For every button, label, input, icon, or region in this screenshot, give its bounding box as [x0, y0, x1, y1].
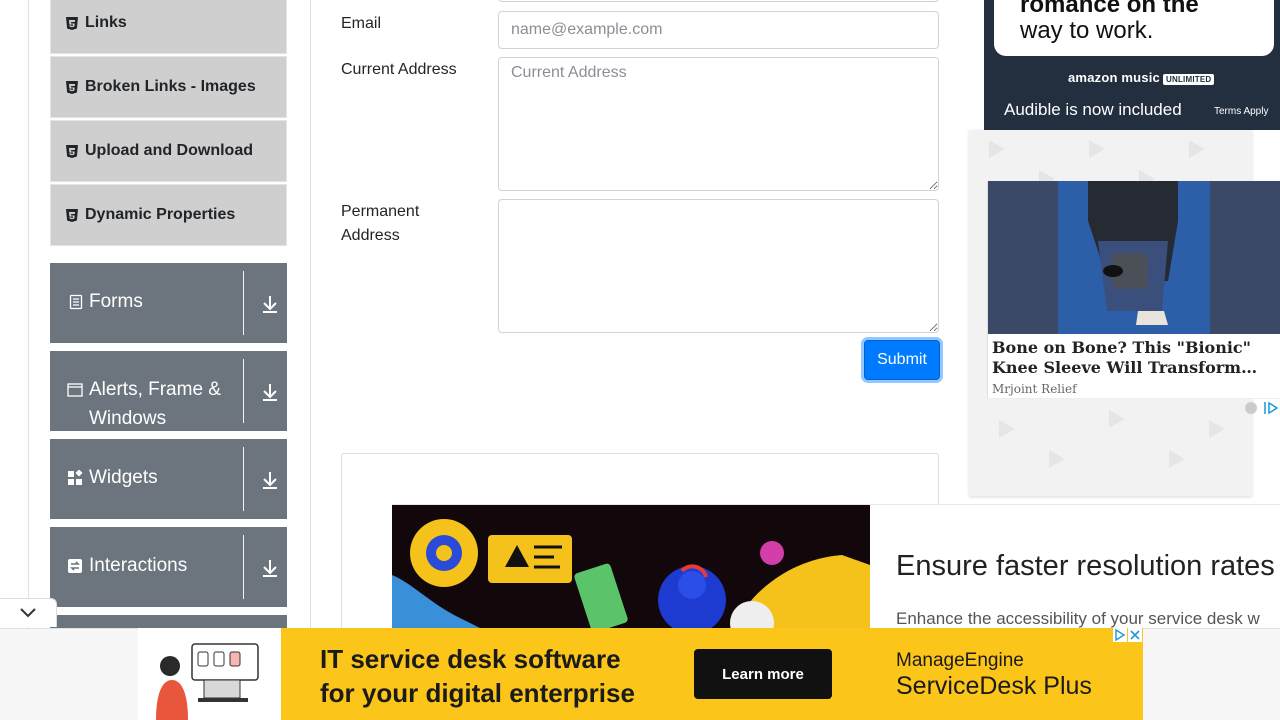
sidebar-group-alerts[interactable]: Alerts, Frame & Windows: [50, 351, 287, 431]
ad-illustration: [138, 628, 281, 720]
product-name: ServiceDesk Plus: [896, 672, 1092, 700]
window-icon: [67, 383, 83, 397]
ad-choices-badge[interactable]: [1243, 401, 1280, 415]
ad-line-1: romance on the: [1020, 0, 1199, 18]
html5-icon: [66, 208, 78, 222]
ad-terms: Terms Apply: [1214, 106, 1269, 117]
html5-icon: [66, 16, 78, 30]
sidebar-item-upload-download[interactable]: Upload and Download: [50, 120, 287, 182]
bottom-banner-ad[interactable]: IT service desk software for your digita…: [138, 628, 1143, 720]
ad-illustration: [392, 505, 870, 628]
group-separator: [243, 535, 244, 599]
permanent-address-label: Permanent Address: [341, 203, 420, 244]
sidebar-item-label: Upload and Download: [85, 142, 253, 159]
chevron-down-icon: [20, 608, 36, 618]
story-title: Bone on Bone? This "Bionic" Knee Sleeve …: [992, 338, 1258, 377]
html5-icon: [66, 80, 78, 94]
interactions-icon: [68, 559, 82, 573]
current-address-label: Current Address: [341, 61, 457, 78]
group-label: Forms: [89, 291, 143, 312]
ad-subtext: Enhance the accessibility of your servic…: [896, 609, 1260, 628]
ad-bubble: romance on the way to work.: [994, 0, 1274, 56]
email-label: Email: [341, 15, 382, 32]
sidebar-item-broken-links[interactable]: Broken Links - Images: [50, 56, 287, 118]
brand-name: ManageEngine: [896, 650, 1024, 671]
sidebar-item-label: Dynamic Properties: [85, 206, 236, 223]
ad-choices-icon: [1245, 401, 1279, 415]
group-label: Interactions: [89, 555, 188, 576]
sidebar-divider: [310, 0, 311, 628]
ad-line-2: way to work.: [1020, 17, 1154, 44]
story-photo: [988, 181, 1280, 334]
mid-content-ad[interactable]: Ensure faster resolution rates Enhance t…: [392, 504, 1280, 628]
group-separator: [243, 447, 244, 511]
widgets-icon: [68, 470, 83, 485]
current-address-field[interactable]: [498, 57, 939, 191]
group-label: Widgets: [89, 467, 158, 488]
name-field-edge[interactable]: [498, 0, 939, 2]
sidebar-group-widgets[interactable]: Widgets: [50, 439, 287, 519]
sidebar-group-interactions[interactable]: Interactions: [50, 527, 287, 607]
sidebar-item-links[interactable]: Links: [50, 0, 287, 54]
download-arrow-icon[interactable]: [261, 558, 279, 578]
document-icon: [69, 294, 83, 310]
ad-tagline: Audible is now included: [1004, 100, 1182, 119]
sidebar-item-label: Links: [85, 14, 127, 31]
group-label: Alerts, Frame & Windows: [89, 379, 221, 429]
email-field[interactable]: [498, 11, 939, 49]
permanent-address-field[interactable]: [498, 199, 939, 333]
native-story-ad[interactable]: Bone on Bone? This "Bionic" Knee Sleeve …: [987, 181, 1280, 399]
amazon-music-logo: amazon music UNLIMITED: [1068, 70, 1215, 85]
sidebar-group-forms[interactable]: Forms: [50, 263, 287, 343]
download-arrow-icon[interactable]: [261, 470, 279, 490]
group-separator: [243, 271, 244, 335]
learn-more-button[interactable]: Learn more: [694, 649, 832, 699]
sidebar-item-label: Broken Links - Images: [85, 78, 256, 95]
submit-button[interactable]: Submit: [864, 340, 940, 380]
ad-copy: IT service desk software for your digita…: [320, 644, 635, 708]
story-source: Mrjoint Relief: [992, 382, 1077, 396]
left-gutter-line: [28, 0, 29, 628]
collapse-banner-toggle[interactable]: [0, 598, 57, 627]
sidebar-item-dynamic-properties[interactable]: Dynamic Properties: [50, 184, 287, 246]
close-icon[interactable]: [1128, 628, 1142, 642]
ad-headline: Ensure faster resolution rates: [896, 550, 1275, 582]
html5-icon: [66, 144, 78, 158]
download-arrow-icon[interactable]: [261, 382, 279, 402]
amazon-music-ad[interactable]: romance on the way to work. amazon music…: [984, 0, 1280, 130]
ad-info-icon[interactable]: [1113, 628, 1127, 642]
download-arrow-icon[interactable]: [261, 294, 279, 314]
sidebar-group-next[interactable]: [50, 615, 287, 628]
group-separator: [243, 359, 244, 423]
